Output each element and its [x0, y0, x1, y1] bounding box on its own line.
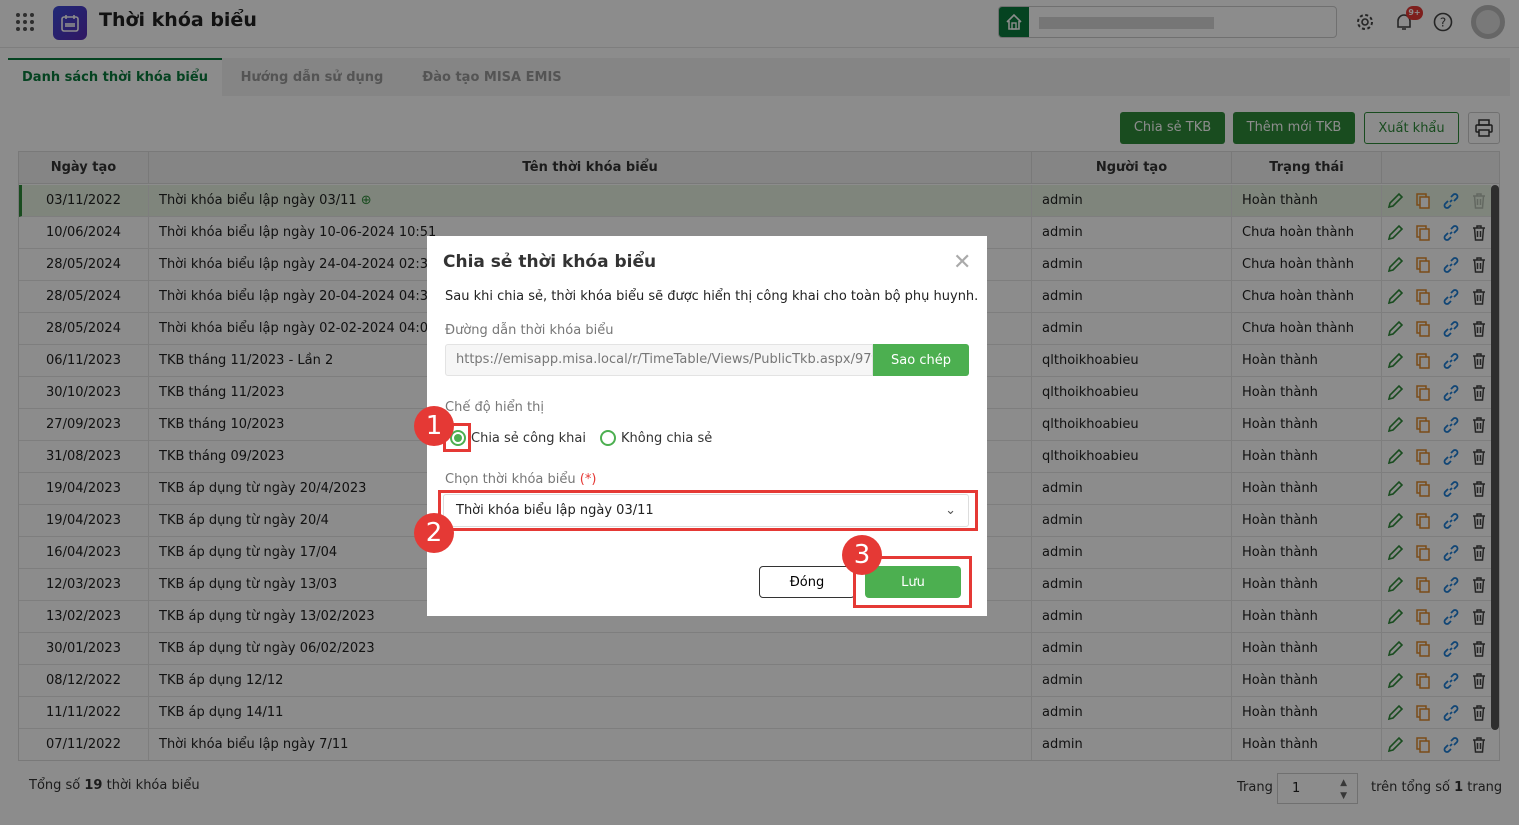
copy-button[interactable]: Sao chép	[873, 344, 969, 376]
step-marker-1: 1	[414, 406, 454, 446]
highlight-box-2	[438, 490, 978, 531]
dialog-title: Chia sẻ thời khóa biểu	[443, 252, 657, 272]
display-mode-label: Chế độ hiển thị	[445, 400, 544, 415]
select-label-text: Chọn thời khóa biểu	[445, 472, 576, 487]
close-icon[interactable]: ✕	[953, 250, 971, 275]
step-marker-2: 2	[414, 513, 454, 553]
radio-no-share[interactable]: Không chia sẻ	[600, 430, 712, 446]
radio-public-label: Chia sẻ công khai	[471, 430, 587, 446]
select-timetable-label: Chọn thời khóa biểu (*)	[445, 472, 596, 487]
radio-none-label: Không chia sẻ	[621, 430, 713, 446]
required-mark: (*)	[579, 472, 597, 487]
dialog-description: Sau khi chia sẻ, thời khóa biểu sẽ được …	[445, 289, 979, 304]
radio-unchecked-icon[interactable]	[600, 430, 616, 446]
share-url-input[interactable]: https://emisapp.misa.local/r/TimeTable/V…	[445, 344, 873, 376]
close-button[interactable]: Đóng	[759, 566, 855, 598]
url-label: Đường dẫn thời khóa biểu	[445, 323, 614, 338]
step-marker-3: 3	[842, 535, 882, 575]
